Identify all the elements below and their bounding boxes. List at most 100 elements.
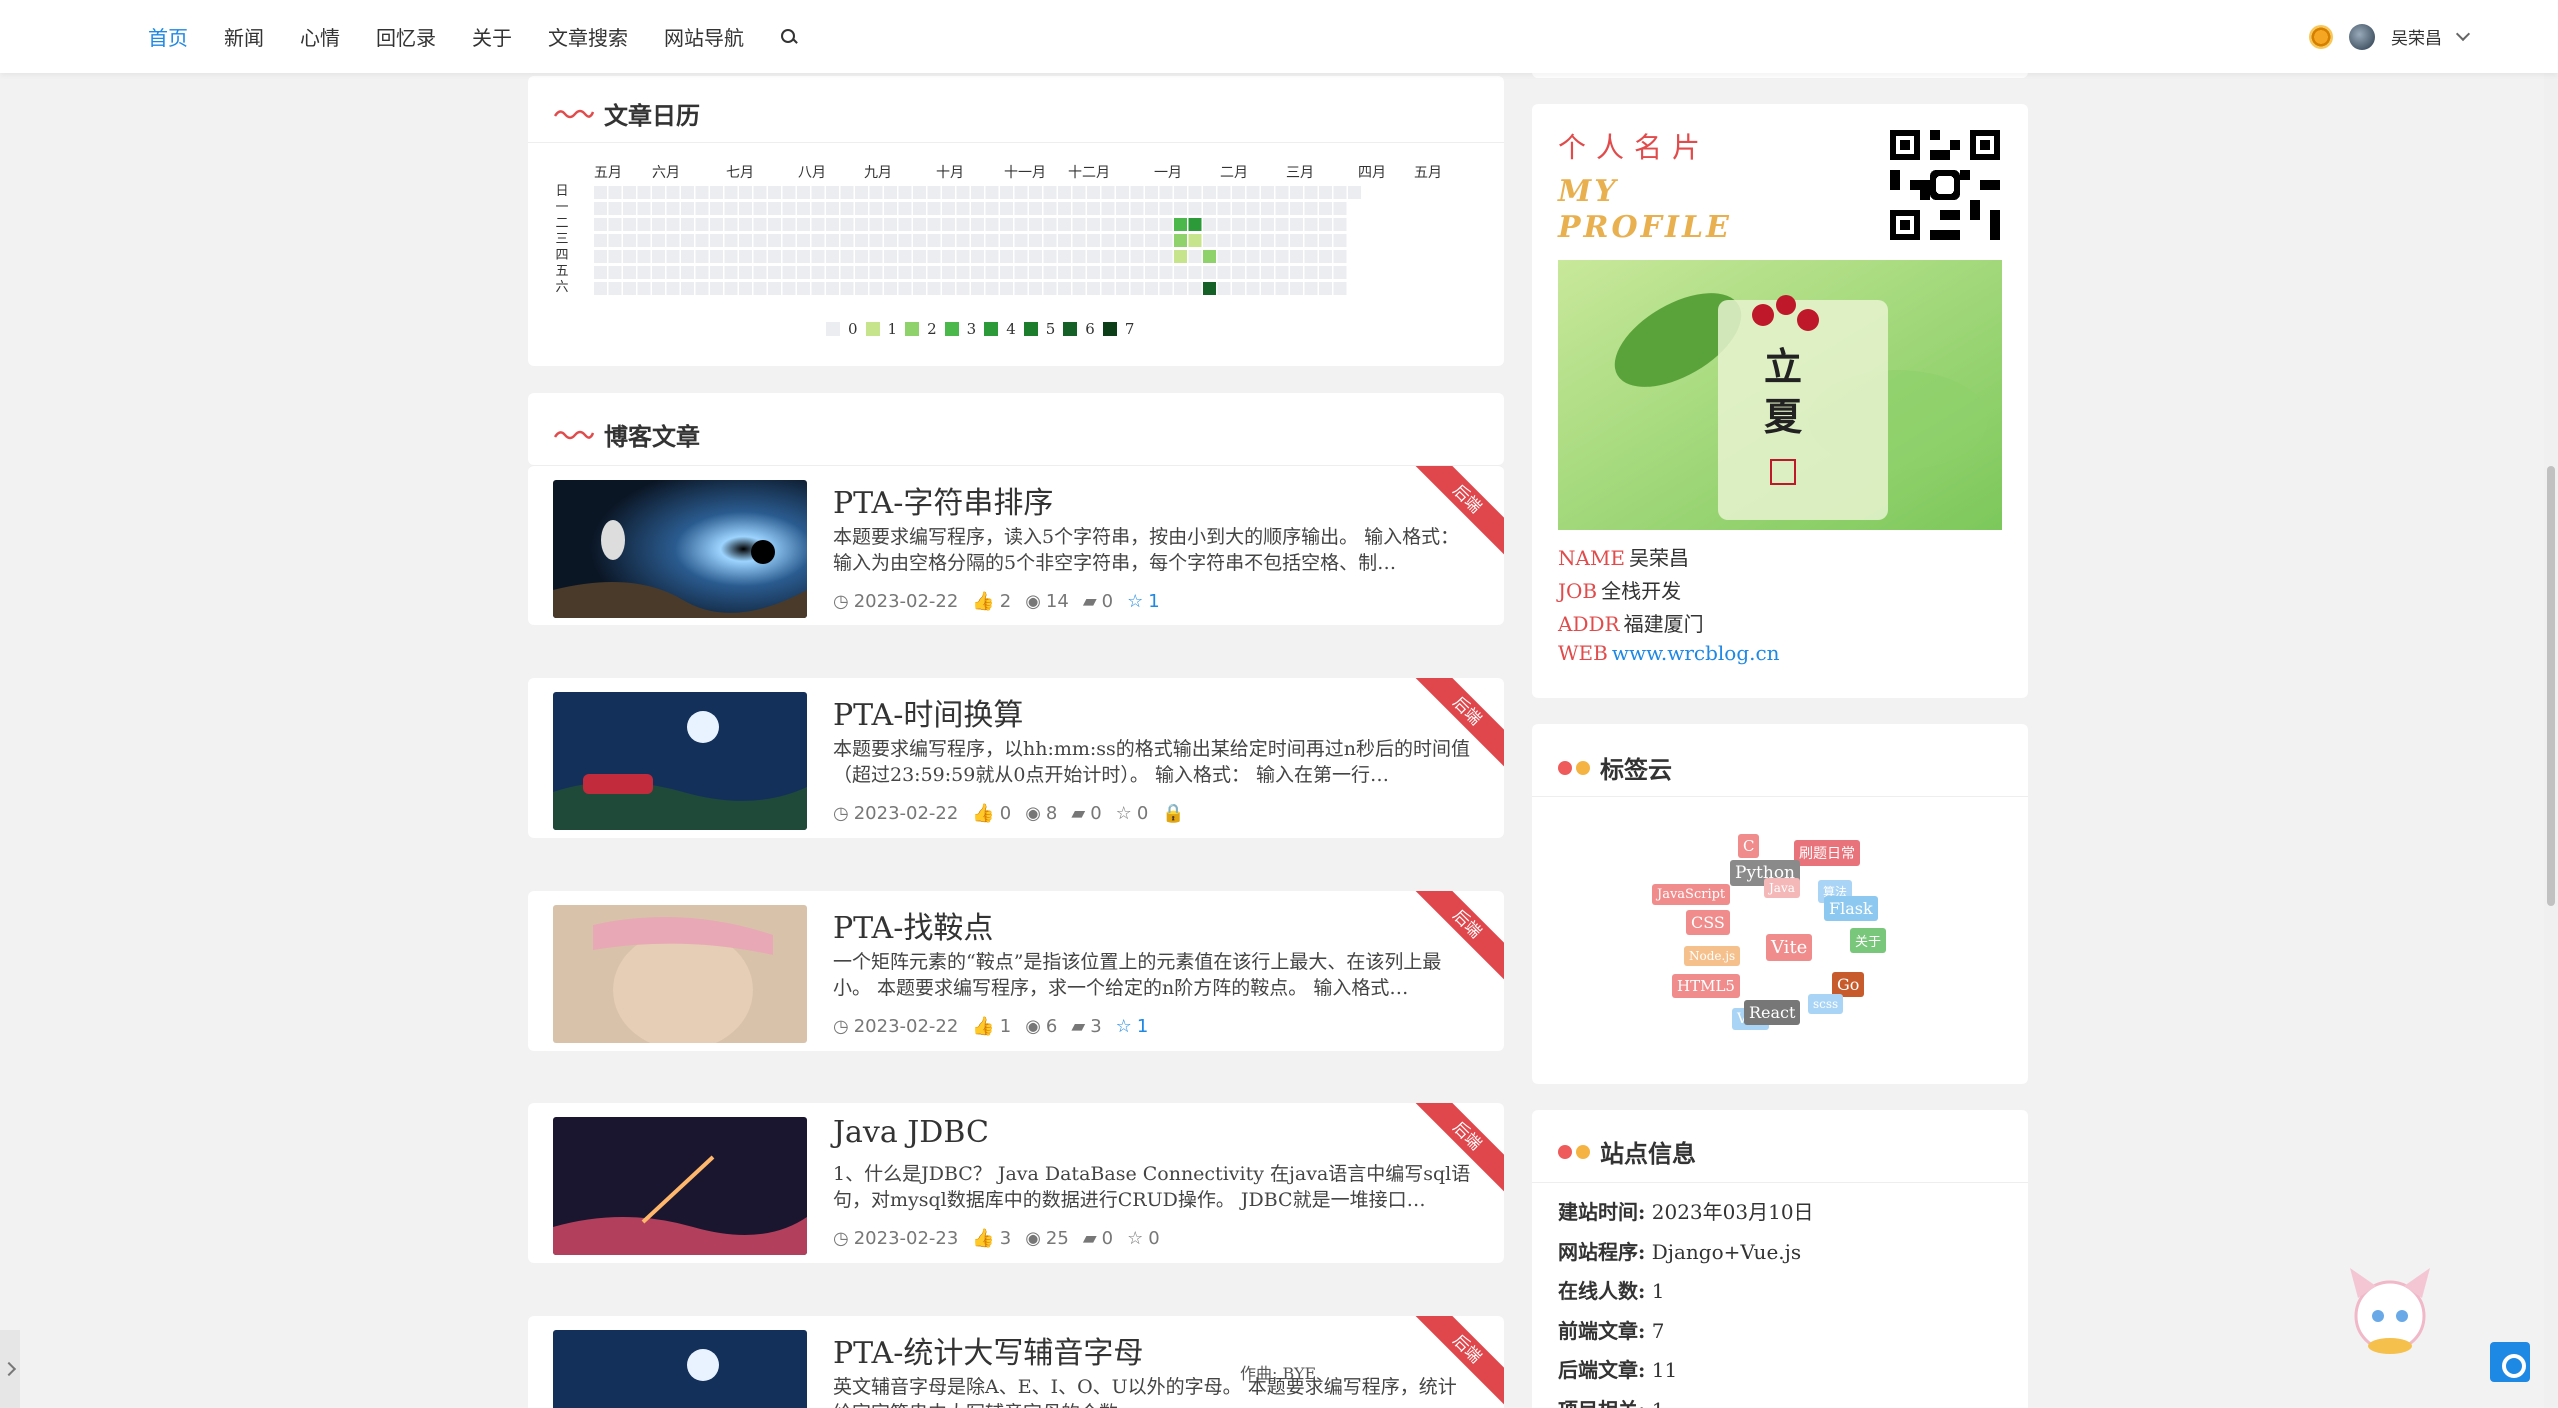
heatmap-cell[interactable] xyxy=(840,234,854,247)
heatmap-cell[interactable] xyxy=(1014,202,1028,215)
heatmap-cell[interactable] xyxy=(971,250,984,263)
heatmap-cell[interactable] xyxy=(1290,234,1303,247)
heatmap-cell[interactable] xyxy=(1159,186,1173,199)
heatmap-cell[interactable] xyxy=(1275,234,1289,247)
heatmap-cell[interactable] xyxy=(1203,202,1216,215)
article-card[interactable]: Java JDBC 1、什么是JDBC？ Java DataBase Conne… xyxy=(528,1103,1504,1263)
user-name[interactable]: 吴荣昌 xyxy=(2391,24,2442,49)
heatmap-cell[interactable] xyxy=(1188,282,1202,295)
heatmap-cell[interactable] xyxy=(1246,282,1260,295)
heatmap-cell[interactable] xyxy=(710,266,723,279)
heatmap-cell[interactable] xyxy=(594,202,607,215)
heatmap-cell[interactable] xyxy=(724,202,738,215)
heatmap-cell[interactable] xyxy=(855,186,868,199)
heatmap-cell[interactable] xyxy=(739,250,752,263)
heatmap-cell[interactable] xyxy=(1319,234,1332,247)
heatmap-cell[interactable] xyxy=(637,282,651,295)
article-thumbnail[interactable] xyxy=(553,480,807,618)
heatmap-cell[interactable] xyxy=(1304,234,1318,247)
heatmap-cell[interactable] xyxy=(826,282,839,295)
heatmap-cell[interactable] xyxy=(840,282,854,295)
heatmap-cell[interactable] xyxy=(1116,250,1129,263)
heatmap-cell[interactable] xyxy=(985,234,999,247)
tag-c[interactable]: C xyxy=(1738,834,1760,858)
heatmap-cell[interactable] xyxy=(666,234,680,247)
heatmap-cell[interactable] xyxy=(1290,282,1303,295)
heatmap-cell[interactable] xyxy=(869,266,883,279)
heatmap-cell[interactable] xyxy=(884,282,897,295)
heatmap-cell[interactable] xyxy=(782,250,796,263)
heatmap-cell[interactable] xyxy=(1072,234,1086,247)
heatmap-cell[interactable] xyxy=(594,250,607,263)
heatmap-cell[interactable] xyxy=(623,186,636,199)
heatmap-cell[interactable] xyxy=(681,282,694,295)
tag-flask[interactable]: Flask xyxy=(1824,896,1878,921)
heatmap-cell[interactable] xyxy=(985,218,999,231)
heatmap-cell[interactable] xyxy=(884,266,897,279)
heatmap-cell[interactable] xyxy=(666,282,680,295)
heatmap-cell[interactable] xyxy=(1261,282,1274,295)
heatmap-cell[interactable] xyxy=(1000,218,1013,231)
avatar[interactable] xyxy=(2349,23,2375,50)
heatmap-cell[interactable] xyxy=(681,218,694,231)
heatmap-cell[interactable] xyxy=(1174,250,1187,263)
heatmap-cell[interactable] xyxy=(898,282,912,295)
website-link[interactable]: www.wrcblog.cn xyxy=(1612,641,1780,665)
heatmap-cell[interactable] xyxy=(811,250,825,263)
heatmap-cell[interactable] xyxy=(1304,186,1318,199)
heatmap-cell[interactable] xyxy=(1014,186,1028,199)
nav-item-news[interactable]: 新闻 xyxy=(224,22,264,51)
heatmap-cell[interactable] xyxy=(1275,266,1289,279)
heatmap-cell[interactable] xyxy=(811,202,825,215)
heatmap-cell[interactable] xyxy=(608,186,622,199)
nav-item-sitenav[interactable]: 网站导航 xyxy=(664,22,744,51)
search-icon[interactable] xyxy=(780,28,798,46)
article-thumbnail[interactable] xyxy=(553,1330,807,1408)
heatmap-cell[interactable] xyxy=(1072,250,1086,263)
heatmap-cell[interactable] xyxy=(1087,186,1100,199)
heatmap-cell[interactable] xyxy=(1333,282,1347,295)
heatmap-cell[interactable] xyxy=(1058,282,1071,295)
heatmap-cell[interactable] xyxy=(681,186,694,199)
heatmap-cell[interactable] xyxy=(797,266,810,279)
heatmap-cell[interactable] xyxy=(855,218,868,231)
nav-item-home[interactable]: 首页 xyxy=(148,22,188,51)
scroll-thumb[interactable] xyxy=(2547,466,2555,906)
heatmap-cell[interactable] xyxy=(710,218,723,231)
heatmap-cell[interactable] xyxy=(797,218,810,231)
heatmap-cell[interactable] xyxy=(869,250,883,263)
heatmap-cell[interactable] xyxy=(623,250,636,263)
heatmap-cell[interactable] xyxy=(956,218,970,231)
heatmap-cell[interactable] xyxy=(927,266,941,279)
heatmap-cell[interactable] xyxy=(695,234,709,247)
heatmap-cell[interactable] xyxy=(1101,234,1115,247)
heatmap-cell[interactable] xyxy=(1246,266,1260,279)
heatmap-cell[interactable] xyxy=(768,282,781,295)
heatmap-cell[interactable] xyxy=(913,250,926,263)
heatmap-cell[interactable] xyxy=(1304,202,1318,215)
heatmap-cell[interactable] xyxy=(1145,250,1158,263)
heatmap-cell[interactable] xyxy=(855,202,868,215)
heatmap-cell[interactable] xyxy=(1203,186,1216,199)
heatmap-cell[interactable] xyxy=(971,234,984,247)
article-card[interactable]: PTA-时间换算 本题要求编写程序，以hh:mm:ss的格式输出某给定时间再过n… xyxy=(528,678,1504,838)
heatmap-cell[interactable] xyxy=(695,250,709,263)
heatmap-cell[interactable] xyxy=(1333,202,1347,215)
heatmap-cell[interactable] xyxy=(782,202,796,215)
heatmap-cell[interactable] xyxy=(1203,266,1216,279)
heatmap-cell[interactable] xyxy=(826,218,839,231)
heatmap-cell[interactable] xyxy=(753,234,767,247)
heatmap-cell[interactable] xyxy=(739,202,752,215)
heatmap-cell[interactable] xyxy=(594,234,607,247)
heatmap-cell[interactable] xyxy=(1043,250,1057,263)
heatmap-cell[interactable] xyxy=(608,234,622,247)
heatmap-cell[interactable] xyxy=(652,266,665,279)
heatmap-cell[interactable] xyxy=(1101,250,1115,263)
heatmap-cell[interactable] xyxy=(855,234,868,247)
heatmap-cell[interactable] xyxy=(927,282,941,295)
heatmap-cell[interactable] xyxy=(1000,250,1013,263)
heatmap-cell[interactable] xyxy=(623,234,636,247)
heatmap-cell[interactable] xyxy=(811,186,825,199)
article-title[interactable]: PTA-统计大写辅音字母 xyxy=(833,1328,1143,1372)
heatmap-cell[interactable] xyxy=(637,186,651,199)
